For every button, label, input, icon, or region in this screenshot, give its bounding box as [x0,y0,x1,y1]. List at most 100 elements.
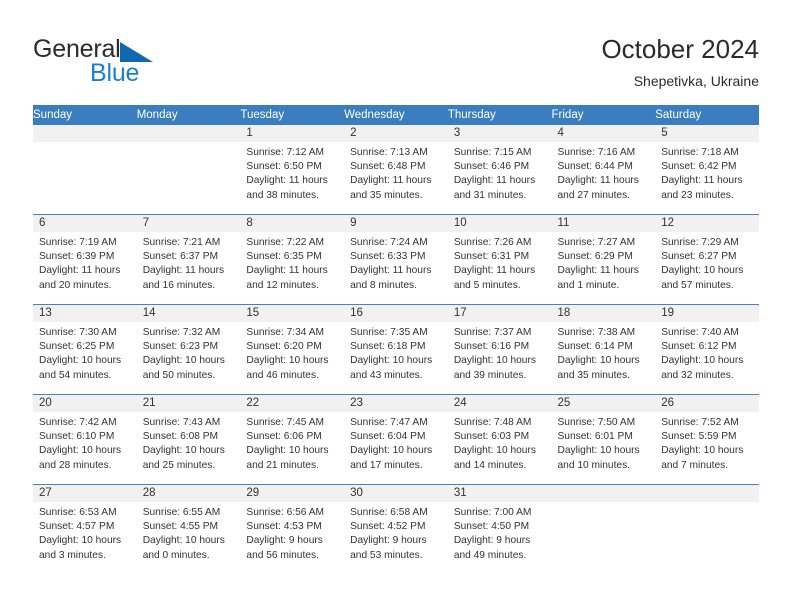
day-sun-info: Sunrise: 6:55 AM Sunset: 4:55 PM Daylight:… [137,502,241,563]
calendar-day-cell[interactable]: 18 Sunrise: 7:38 AM Sunset: 6:14 PM Dayligh… [551,305,656,394]
calendar-week-row: 20 Sunrise: 7:42 AM Sunset: 6:10 PM Dayligh… [33,394,759,485]
calendar-day-cell[interactable]: 24 Sunrise: 7:48 AM Sunset: 6:03 PM Dayligh… [447,395,552,484]
logo-text-blue: Blue [90,59,140,87]
sunrise-time: Sunrise: 6:58 AM [350,507,428,518]
calendar-day-cell[interactable]: 14 Sunrise: 7:32 AM Sunset: 6:23 PM Dayligh… [136,305,241,394]
calendar-day-cell[interactable]: 15 Sunrise: 7:34 AM Sunset: 6:20 PM Dayligh… [240,305,345,394]
calendar-day-cell[interactable]: 25 Sunrise: 7:50 AM Sunset: 6:01 PM Dayligh… [551,395,656,484]
daylight-duration-line2: and 27 minutes. [557,189,631,201]
sunset-time: Sunset: 6:46 PM [453,161,530,173]
calendar-day-cell[interactable]: 10 Sunrise: 7:26 AM Sunset: 6:31 PM Dayligh… [447,215,552,304]
calendar-day-cell[interactable]: 1 Sunrise: 7:12 AM Sunset: 6:50 PM Daylight… [240,125,345,214]
daylight-duration-line1: Daylight: 10 hours [661,355,744,367]
day-number: 11 [551,215,656,232]
calendar-body: 1 Sunrise: 7:12 AM Sunset: 6:50 PM Daylight… [33,125,759,574]
calendar-week-row: 6 Sunrise: 7:19 AM Sunset: 6:39 PM Daylight… [33,214,759,305]
day-sun-info: Sunrise: 7:27 AM Sunset: 6:29 PM Daylight:… [552,232,656,293]
weekday-header-friday: Friday [551,105,656,125]
calendar-day-cell[interactable]: 21 Sunrise: 7:43 AM Sunset: 6:08 PM Dayligh… [136,395,241,484]
calendar-day-cell[interactable]: 2 Sunrise: 7:13 AM Sunset: 6:48 PM Daylight… [344,125,448,214]
calendar-day-cell[interactable]: 17 Sunrise: 7:37 AM Sunset: 6:16 PM Dayligh… [447,305,552,394]
sunrise-time: Sunrise: 7:15 AM [453,147,532,158]
calendar-day-cell[interactable]: 12 Sunrise: 7:29 AM Sunset: 6:27 PM Dayligh… [655,215,759,304]
sunset-time: Sunset: 4:57 PM [39,521,115,533]
general-blue-logo[interactable]: General Blue [33,36,233,88]
day-sun-info: Sunrise: 6:58 AM Sunset: 4:52 PM Daylight:… [344,502,448,563]
sunset-time: Sunset: 4:52 PM [350,521,426,533]
day-number: 4 [551,125,656,142]
calendar-day-cell[interactable]: 26 Sunrise: 7:52 AM Sunset: 5:59 PM Dayligh… [655,395,759,484]
daylight-duration-line2: and 46 minutes. [246,369,319,381]
title-block: October 2024 Shepetivka, Ukraine [601,33,759,91]
weekday-header-sunday: Sunday [33,105,137,125]
daylight-duration-line1: Daylight: 10 hours [453,355,536,367]
daylight-duration-line2: and 3 minutes. [39,549,106,561]
day-number: 15 [240,305,345,322]
calendar-day-cell[interactable]: 13 Sunrise: 7:30 AM Sunset: 6:25 PM Dayligh… [33,305,137,394]
calendar-day-cell[interactable]: 16 Sunrise: 7:35 AM Sunset: 6:18 PM Dayligh… [344,305,448,394]
daylight-duration-line1: Daylight: 10 hours [142,535,225,547]
daylight-duration-line2: and 20 minutes. [39,279,112,291]
sunset-time: Sunset: 6:03 PM [453,431,530,443]
day-number [33,125,137,142]
day-number: 14 [136,305,241,322]
day-number: 12 [655,215,759,232]
day-sun-info: Sunrise: 7:22 AM Sunset: 6:35 PM Daylight:… [240,232,344,293]
day-sun-info: Sunrise: 7:34 AM Sunset: 6:20 PM Daylight:… [240,322,344,383]
calendar-day-cell[interactable]: 27 Sunrise: 6:53 AM Sunset: 4:57 PM Dayligh… [33,485,137,574]
day-sun-info [552,502,656,506]
sunset-time: Sunset: 6:20 PM [246,341,322,353]
day-number: 18 [551,305,656,322]
calendar-day-cell[interactable]: 28 Sunrise: 6:55 AM Sunset: 4:55 PM Dayligh… [136,485,241,574]
calendar-day-cell[interactable]: 4 Sunrise: 7:16 AM Sunset: 6:44 PM Daylight… [551,125,656,214]
calendar-day-cell[interactable]: 22 Sunrise: 7:45 AM Sunset: 6:06 PM Dayligh… [240,395,345,484]
calendar-day-cell[interactable]: 9 Sunrise: 7:24 AM Sunset: 6:33 PM Daylight… [344,215,448,304]
daylight-duration-line1: Daylight: 10 hours [246,445,329,457]
calendar-day-cell[interactable]: 20 Sunrise: 7:42 AM Sunset: 6:10 PM Dayligh… [33,395,137,484]
calendar-day-cell[interactable]: 30 Sunrise: 6:58 AM Sunset: 4:52 PM Dayligh… [344,485,448,574]
day-number [136,125,241,142]
day-sun-info: Sunrise: 7:18 AM Sunset: 6:42 PM Daylight:… [655,142,759,203]
day-number: 10 [447,215,552,232]
daylight-duration-line2: and 21 minutes. [246,459,319,471]
day-number: 24 [447,395,552,412]
sunset-time: Sunset: 6:44 PM [557,161,633,173]
daylight-duration-line2: and 10 minutes. [557,459,631,471]
sunrise-time: Sunrise: 7:30 AM [39,327,117,338]
daylight-duration-line1: Daylight: 9 hours [350,535,427,547]
calendar-day-cell[interactable]: 7 Sunrise: 7:21 AM Sunset: 6:37 PM Daylight… [136,215,241,304]
calendar-day-cell[interactable]: 31 Sunrise: 7:00 AM Sunset: 4:50 PM Dayligh… [447,485,552,574]
daylight-duration-line1: Daylight: 10 hours [142,355,225,367]
sunset-time: Sunset: 6:18 PM [350,341,426,353]
calendar-day-cell[interactable]: 8 Sunrise: 7:22 AM Sunset: 6:35 PM Daylight… [240,215,345,304]
daylight-duration-line1: Daylight: 10 hours [39,355,122,367]
sunrise-time: Sunrise: 7:22 AM [246,237,324,248]
calendar-day-cell[interactable]: 5 Sunrise: 7:18 AM Sunset: 6:42 PM Daylight… [655,125,759,214]
weekday-header-monday: Monday [136,105,241,125]
day-number: 17 [447,305,552,322]
day-sun-info: Sunrise: 7:00 AM Sunset: 4:50 PM Daylight:… [448,502,552,563]
weekday-header-row: Sunday Monday Tuesday Wednesday Thursday… [33,105,759,125]
daylight-duration-line1: Daylight: 9 hours [453,535,531,547]
calendar-day-cell[interactable]: 11 Sunrise: 7:27 AM Sunset: 6:29 PM Dayligh… [551,215,656,304]
day-number: 13 [33,305,137,322]
calendar-day-cell[interactable]: 29 Sunrise: 6:56 AM Sunset: 4:53 PM Dayligh… [240,485,345,574]
day-number: 28 [136,485,241,502]
sunrise-time: Sunrise: 7:16 AM [557,147,636,158]
day-sun-info: Sunrise: 7:48 AM Sunset: 6:03 PM Daylight:… [448,412,552,473]
calendar-day-cell[interactable]: 3 Sunrise: 7:15 AM Sunset: 6:46 PM Daylight… [447,125,552,214]
calendar-day-cell[interactable]: 6 Sunrise: 7:19 AM Sunset: 6:39 PM Daylight… [33,215,137,304]
sunset-time: Sunset: 6:25 PM [39,341,115,353]
daylight-duration-line2: and 31 minutes. [453,189,527,201]
day-number: 25 [551,395,656,412]
calendar-day-cell[interactable]: 19 Sunrise: 7:40 AM Sunset: 6:12 PM Dayligh… [655,305,759,394]
calendar-week-row: 27 Sunrise: 6:53 AM Sunset: 4:57 PM Dayligh… [33,484,759,574]
day-sun-info: Sunrise: 7:38 AM Sunset: 6:14 PM Daylight:… [552,322,656,383]
day-sun-info [655,502,759,506]
daylight-duration-line2: and 28 minutes. [39,459,112,471]
calendar-day-cell[interactable]: 23 Sunrise: 7:47 AM Sunset: 6:04 PM Dayligh… [344,395,448,484]
daylight-duration-line1: Daylight: 11 hours [350,265,432,277]
day-number: 22 [240,395,345,412]
daylight-duration-line2: and 38 minutes. [246,189,319,201]
daylight-duration-line2: and 0 minutes. [142,549,210,561]
